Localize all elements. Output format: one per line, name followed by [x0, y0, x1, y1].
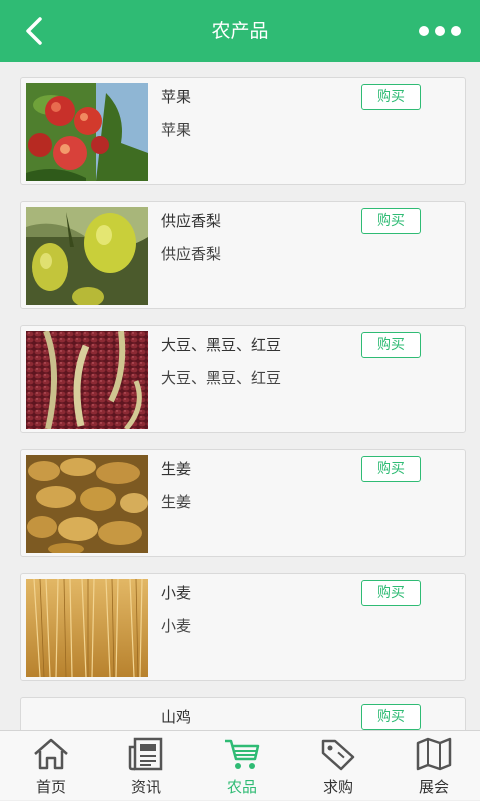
ginger-photo [26, 455, 148, 553]
tab-label: 资讯 [130, 778, 161, 796]
beans-photo [26, 331, 148, 429]
top-bar: 农产品 [0, 0, 480, 62]
product-card[interactable]: 供应香梨 供应香梨 购买 [20, 201, 466, 309]
buy-button[interactable]: 购买 [361, 704, 421, 730]
map-icon [416, 737, 452, 771]
cart-icon [225, 739, 260, 769]
product-description: 苹果 [161, 121, 192, 139]
product-description: 供应香梨 [161, 245, 222, 263]
product-name: 供应香梨 [161, 212, 222, 230]
product-name: 苹果 [161, 88, 192, 106]
buy-button[interactable]: 购买 [361, 456, 421, 482]
tab-home[interactable]: 首页 [3, 731, 99, 801]
product-card[interactable]: 山鸡 购买 [20, 697, 466, 730]
home-icon [34, 738, 68, 770]
wheat-photo [26, 579, 148, 677]
product-name: 山鸡 [161, 708, 192, 726]
product-description: 大豆、黑豆、红豆 [161, 369, 282, 387]
product-card[interactable]: 生姜 生姜 购买 [20, 449, 466, 557]
product-card[interactable]: 小麦 小麦 购买 [20, 573, 466, 681]
buy-button[interactable]: 购买 [361, 84, 421, 110]
apples-photo [26, 83, 148, 181]
product-list[interactable]: 苹果 苹果 购买 供应香梨 供应香梨 购买 大豆、黑豆、红豆 大豆、黑豆、红豆 … [0, 62, 480, 730]
tab-products[interactable]: 农品 [194, 731, 290, 801]
tab-news[interactable]: 资讯 [98, 731, 194, 801]
page-title: 农产品 [211, 20, 269, 42]
tag-icon [321, 739, 355, 771]
buy-button[interactable]: 购买 [361, 208, 421, 234]
buy-button[interactable]: 购买 [361, 580, 421, 606]
tab-expo[interactable]: 展会 [386, 731, 480, 801]
tab-label: 求购 [322, 778, 353, 796]
product-name: 大豆、黑豆、红豆 [161, 336, 282, 354]
pears-photo [26, 207, 148, 305]
buy-button[interactable]: 购买 [361, 332, 421, 358]
product-name: 小麦 [161, 584, 192, 602]
product-description: 生姜 [161, 493, 192, 511]
tab-label: 农品 [226, 778, 257, 796]
tab-label: 首页 [35, 778, 66, 796]
tab-label: 展会 [418, 778, 449, 796]
product-card[interactable]: 大豆、黑豆、红豆 大豆、黑豆、红豆 购买 [20, 325, 466, 433]
bottom-tab-bar: 首页 资讯 农品 求购 展会 [0, 730, 480, 800]
news-icon [128, 737, 163, 771]
tab-wanted[interactable]: 求购 [290, 731, 386, 801]
product-card[interactable]: 苹果 苹果 购买 [20, 77, 466, 185]
more-dots-icon[interactable] [418, 21, 462, 41]
product-description: 小麦 [161, 617, 192, 635]
product-name: 生姜 [161, 460, 192, 478]
